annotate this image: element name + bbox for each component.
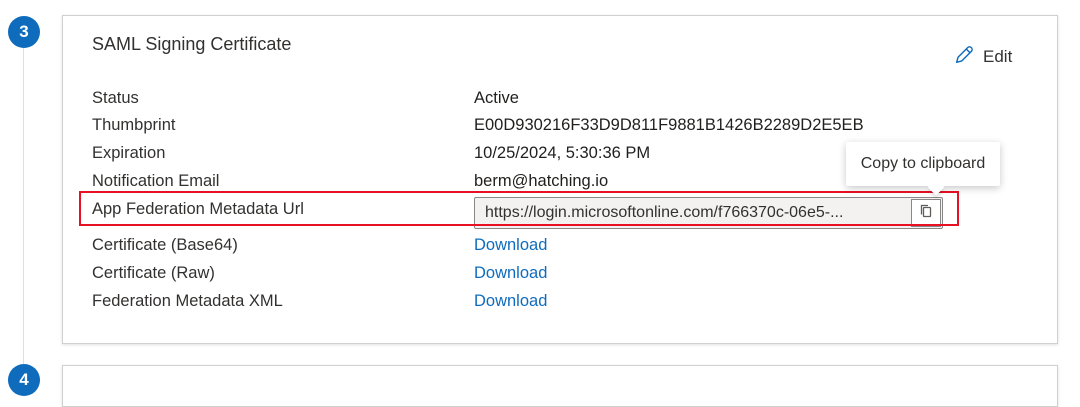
thumbprint-value: E00D930216F33D9D811F9881B1426B2289D2E5EB xyxy=(474,115,864,134)
thumbprint-label: Thumbprint xyxy=(92,115,176,134)
certificate-raw-label: Certificate (Raw) xyxy=(92,263,215,282)
status-row: Status Active xyxy=(92,86,519,110)
card-title: SAML Signing Certificate xyxy=(92,34,292,54)
next-step-badge: 4 xyxy=(8,364,40,396)
expiration-row: Expiration 10/25/2024, 5:30:36 PM xyxy=(92,141,650,165)
federation-metadata-xml-download-link[interactable]: Download xyxy=(474,292,547,311)
certificate-base64-label: Certificate (Base64) xyxy=(92,235,238,254)
notification-email-row: Notification Email berm@hatching.io xyxy=(92,169,608,193)
notification-email-label: Notification Email xyxy=(92,171,220,190)
highlight-box xyxy=(79,191,959,226)
status-value: Active xyxy=(474,88,519,107)
step-badge: 3 xyxy=(8,16,40,48)
certificate-raw-row: Certificate (Raw) Download xyxy=(92,261,547,285)
thumbprint-row: Thumbprint E00D930216F33D9D811F9881B1426… xyxy=(92,113,864,137)
pencil-icon xyxy=(953,44,975,71)
edit-label: Edit xyxy=(983,47,1013,66)
next-section-card xyxy=(62,365,1058,407)
certificate-raw-download-link[interactable]: Download xyxy=(474,264,547,283)
certificate-base64-row: Certificate (Base64) Download xyxy=(92,233,547,257)
step-connector-line xyxy=(23,40,24,375)
expiration-label: Expiration xyxy=(92,143,166,162)
certificate-base64-download-link[interactable]: Download xyxy=(474,236,547,255)
federation-metadata-xml-row: Federation Metadata XML Download xyxy=(92,289,547,313)
copy-tooltip: Copy to clipboard xyxy=(846,142,1000,186)
edit-button[interactable]: Edit xyxy=(953,45,1012,69)
federation-metadata-xml-label: Federation Metadata XML xyxy=(92,291,283,310)
expiration-value: 10/25/2024, 5:30:36 PM xyxy=(474,143,651,162)
status-label: Status xyxy=(92,88,139,107)
notification-email-value: berm@hatching.io xyxy=(474,171,609,190)
